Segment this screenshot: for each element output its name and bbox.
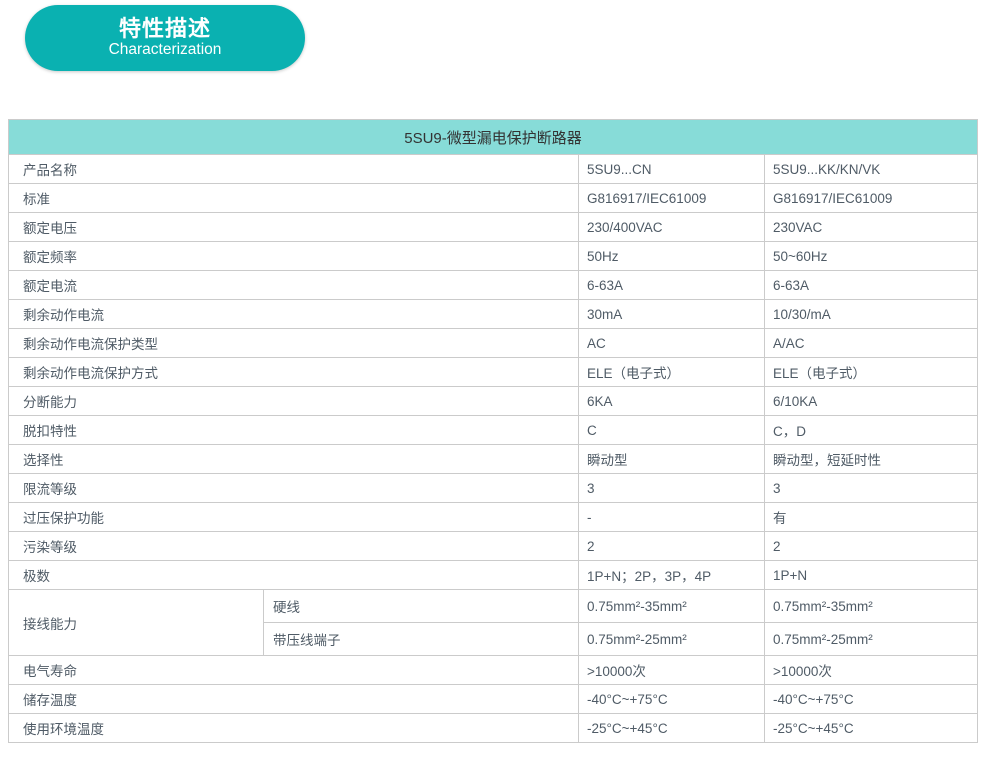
table-row: 剩余动作电流保护类型 AC A/AC	[9, 329, 978, 358]
table-row: 脱扣特性 C C，D	[9, 416, 978, 445]
table-row: 电气寿命 >10000次 >10000次	[9, 656, 978, 685]
row-label-group: 接线能力	[9, 590, 264, 656]
row-label: 污染等级	[9, 532, 579, 561]
row-label: 额定电流	[9, 271, 579, 300]
value-cell: -25°C~+45°C	[579, 714, 765, 743]
table-row: 产品名称 5SU9...CN 5SU9...KK/KN/VK	[9, 155, 978, 184]
row-label: 标准	[9, 184, 579, 213]
value-cell: 有	[765, 503, 978, 532]
value-cell: 5SU9...CN	[579, 155, 765, 184]
value-cell: C	[579, 416, 765, 445]
table-row: 过压保护功能 - 有	[9, 503, 978, 532]
value-cell: -	[579, 503, 765, 532]
row-label: 剩余动作电流保护方式	[9, 358, 579, 387]
table-row: 额定电流 6-63A 6-63A	[9, 271, 978, 300]
spec-table: 5SU9-微型漏电保护断路器 产品名称 5SU9...CN 5SU9...KK/…	[8, 119, 978, 743]
value-cell: 6/10KA	[765, 387, 978, 416]
value-cell: G816917/IEC61009	[579, 184, 765, 213]
section-ribbon: 特性描述 Characterization	[25, 5, 305, 71]
row-label: 产品名称	[9, 155, 579, 184]
table-row: 剩余动作电流 30mA 10/30/mA	[9, 300, 978, 329]
row-label: 额定电压	[9, 213, 579, 242]
value-cell: A/AC	[765, 329, 978, 358]
value-cell: AC	[579, 329, 765, 358]
value-cell: -40°C~+75°C	[579, 685, 765, 714]
value-cell: 2	[765, 532, 978, 561]
value-cell: 1P+N	[765, 561, 978, 590]
section-title: 特性描述	[119, 16, 211, 41]
value-cell: 0.75mm²-35mm²	[765, 590, 978, 623]
value-cell: 瞬动型，短延时性	[765, 445, 978, 474]
table-row-wiring-hard: 接线能力 硬线 0.75mm²-35mm² 0.75mm²-35mm²	[9, 590, 978, 623]
row-label: 脱扣特性	[9, 416, 579, 445]
table-row: 分断能力 6KA 6/10KA	[9, 387, 978, 416]
row-label: 分断能力	[9, 387, 579, 416]
value-cell: >10000次	[579, 656, 765, 685]
value-cell: 30mA	[579, 300, 765, 329]
table-row: 限流等级 3 3	[9, 474, 978, 503]
row-label: 限流等级	[9, 474, 579, 503]
table-row: 使用环境温度 -25°C~+45°C -25°C~+45°C	[9, 714, 978, 743]
table-row: 标准 G816917/IEC61009 G816917/IEC61009	[9, 184, 978, 213]
row-label: 剩余动作电流	[9, 300, 579, 329]
value-cell: 6KA	[579, 387, 765, 416]
value-cell: 10/30/mA	[765, 300, 978, 329]
value-cell: -40°C~+75°C	[765, 685, 978, 714]
table-row: 剩余动作电流保护方式 ELE（电子式） ELE（电子式）	[9, 358, 978, 387]
table-row: 额定频率 50Hz 50~60Hz	[9, 242, 978, 271]
value-cell: G816917/IEC61009	[765, 184, 978, 213]
table-row: 极数 1P+N；2P，3P，4P 1P+N	[9, 561, 978, 590]
value-cell: ELE（电子式）	[579, 358, 765, 387]
row-label: 电气寿命	[9, 656, 579, 685]
table-row: 选择性 瞬动型 瞬动型，短延时性	[9, 445, 978, 474]
value-cell: 6-63A	[579, 271, 765, 300]
row-label: 使用环境温度	[9, 714, 579, 743]
value-cell: 3	[579, 474, 765, 503]
table-row: 储存温度 -40°C~+75°C -40°C~+75°C	[9, 685, 978, 714]
row-label: 剩余动作电流保护类型	[9, 329, 579, 358]
row-label: 额定频率	[9, 242, 579, 271]
value-cell: 1P+N；2P，3P，4P	[579, 561, 765, 590]
table-title: 5SU9-微型漏电保护断路器	[9, 120, 978, 155]
row-label: 过压保护功能	[9, 503, 579, 532]
row-label: 极数	[9, 561, 579, 590]
value-cell: 3	[765, 474, 978, 503]
value-cell: ELE（电子式）	[765, 358, 978, 387]
value-cell: -25°C~+45°C	[765, 714, 978, 743]
value-cell: >10000次	[765, 656, 978, 685]
value-cell: 50~60Hz	[765, 242, 978, 271]
value-cell: 230VAC	[765, 213, 978, 242]
value-cell: C，D	[765, 416, 978, 445]
row-sublabel: 带压线端子	[264, 623, 579, 656]
value-cell: 6-63A	[765, 271, 978, 300]
value-cell: 50Hz	[579, 242, 765, 271]
row-label: 储存温度	[9, 685, 579, 714]
value-cell: 2	[579, 532, 765, 561]
value-cell: 0.75mm²-25mm²	[765, 623, 978, 656]
value-cell: 0.75mm²-25mm²	[579, 623, 765, 656]
value-cell: 230/400VAC	[579, 213, 765, 242]
table-row: 污染等级 2 2	[9, 532, 978, 561]
value-cell: 0.75mm²-35mm²	[579, 590, 765, 623]
table-row: 额定电压 230/400VAC 230VAC	[9, 213, 978, 242]
value-cell: 瞬动型	[579, 445, 765, 474]
section-subtitle: Characterization	[109, 41, 222, 60]
row-sublabel: 硬线	[264, 590, 579, 623]
table-header-row: 5SU9-微型漏电保护断路器	[9, 120, 978, 155]
value-cell: 5SU9...KK/KN/VK	[765, 155, 978, 184]
row-label: 选择性	[9, 445, 579, 474]
